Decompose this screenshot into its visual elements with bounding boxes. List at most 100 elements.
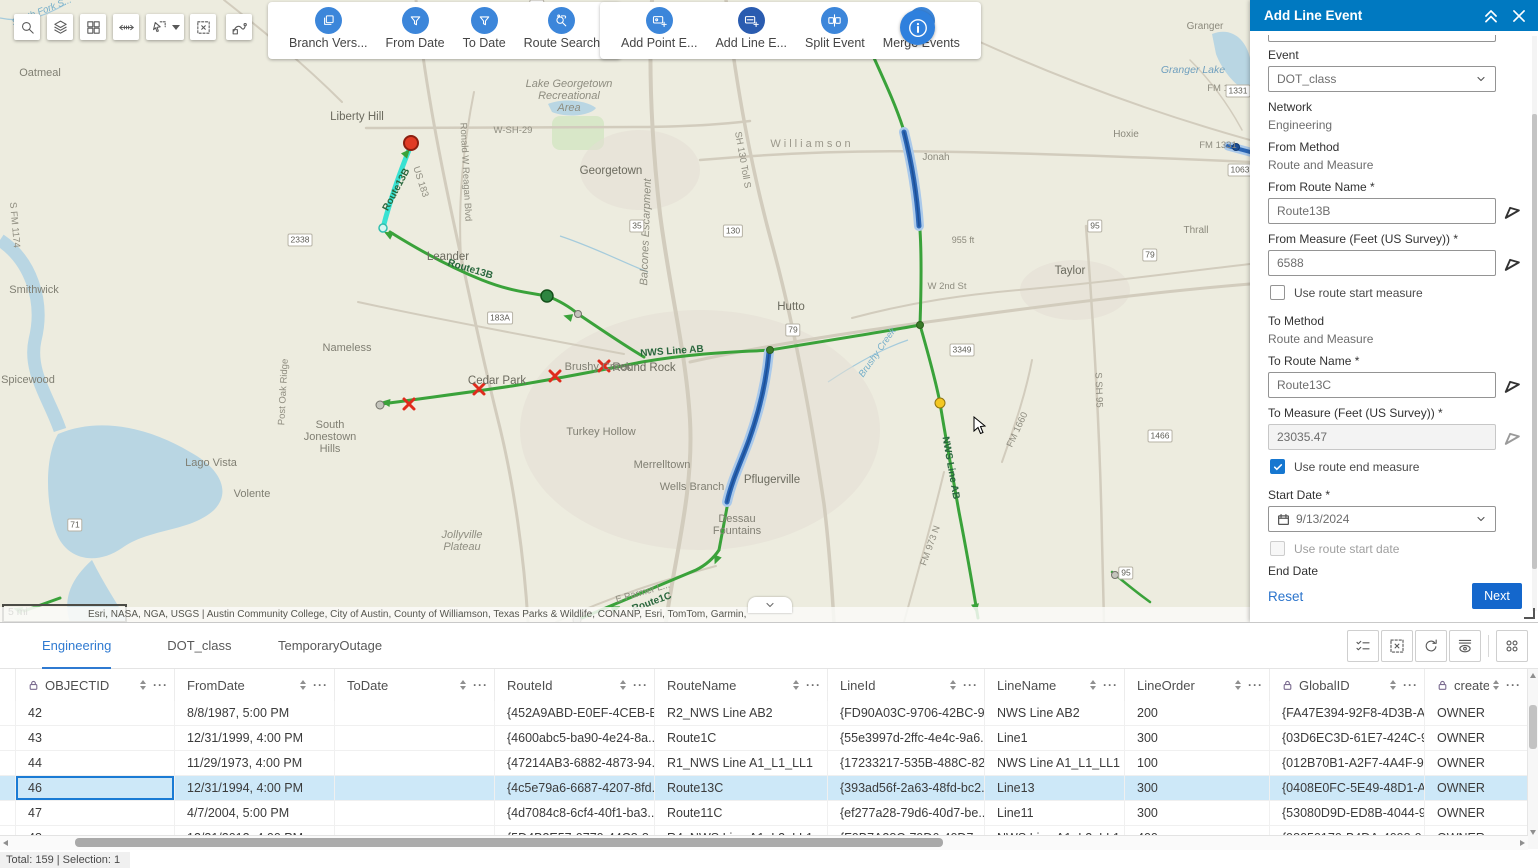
sort-icon[interactable] xyxy=(950,680,956,690)
tab-dot_class[interactable]: DOT_class xyxy=(167,623,231,667)
cell-create[interactable]: OWNER xyxy=(1425,776,1528,800)
sort-icon[interactable] xyxy=(1390,680,1396,690)
cell-routeid[interactable]: {5D4B3E57-0770-44C8-8... xyxy=(495,826,655,835)
cell-objectid[interactable]: 42 xyxy=(16,701,175,725)
sort-icon[interactable] xyxy=(1493,680,1499,690)
tool-measure-button[interactable] xyxy=(113,14,139,40)
add-line-e-button[interactable]: Add Line E... xyxy=(706,7,796,50)
table-row[interactable]: 4312/31/1999, 4:00 PM{4600abc5-ba90-4e24… xyxy=(0,726,1528,751)
cell-globalid[interactable]: {0408E0FC-5E49-48D1-A... xyxy=(1270,776,1425,800)
pick-from-measure-on-map-button[interactable] xyxy=(1502,253,1522,273)
cell-fromdate[interactable]: 8/8/1987, 5:00 PM xyxy=(175,701,335,725)
cell-linename[interactable]: Line11 xyxy=(985,801,1125,825)
cell-lineorder[interactable]: 300 xyxy=(1125,726,1270,750)
add-point-e-button[interactable]: Add Point E... xyxy=(612,7,706,50)
cell-create[interactable]: OWNER xyxy=(1425,801,1528,825)
column-header-fromdate[interactable]: FromDate··· xyxy=(175,669,335,701)
identify-info-button[interactable] xyxy=(900,10,935,45)
branch-vers-button[interactable]: Branch Vers... xyxy=(280,7,377,50)
show-selected-button[interactable] xyxy=(1449,630,1481,662)
row-gutter[interactable] xyxy=(0,801,16,825)
options-button[interactable] xyxy=(1496,630,1528,662)
column-header-globalid[interactable]: GlobalID··· xyxy=(1270,669,1425,701)
event-select[interactable]: DOT_class xyxy=(1268,66,1496,92)
cell-globalid[interactable]: {03D6EC3D-61E7-424C-9... xyxy=(1270,726,1425,750)
collapse-panel-button[interactable] xyxy=(1482,7,1500,25)
sort-icon[interactable] xyxy=(460,680,466,690)
cell-lineorder[interactable]: 400 xyxy=(1125,826,1270,835)
column-menu-icon[interactable]: ··· xyxy=(963,678,978,692)
cell-lineorder[interactable]: 200 xyxy=(1125,701,1270,725)
column-menu-icon[interactable]: ··· xyxy=(1103,678,1118,692)
column-header-routename[interactable]: RouteName··· xyxy=(655,669,828,701)
cell-linename[interactable]: NWS Line A1_L1_LL1 xyxy=(985,751,1125,775)
cell-todate[interactable] xyxy=(335,726,495,750)
cell-fromdate[interactable]: 12/31/2012, 4:00 PM xyxy=(175,826,335,835)
table-row[interactable]: 4411/29/1973, 4:00 PM{47214AB3-6882-4873… xyxy=(0,751,1528,776)
cell-objectid[interactable]: 46 xyxy=(16,776,175,800)
cell-lineid[interactable]: {F0B7A28C-79D6-40D7-... xyxy=(828,826,985,835)
cell-lineid[interactable]: {ef277a28-79d6-40d7-be... xyxy=(828,801,985,825)
route-search-button[interactable]: Route Search xyxy=(515,7,609,50)
table-row[interactable]: 4812/31/2012, 4:00 PM{5D4B3E57-0770-44C8… xyxy=(0,826,1528,835)
panel-resize-handle[interactable] xyxy=(1524,608,1535,619)
cell-fromdate[interactable]: 12/31/1994, 4:00 PM xyxy=(175,776,335,800)
column-menu-icon[interactable]: ··· xyxy=(473,678,488,692)
column-header-todate[interactable]: ToDate··· xyxy=(335,669,495,701)
cell-objectid[interactable]: 47 xyxy=(16,801,175,825)
sort-icon[interactable] xyxy=(620,680,626,690)
cell-create[interactable]: OWNER xyxy=(1425,726,1528,750)
tool-layers-button[interactable] xyxy=(47,14,73,40)
table-row[interactable]: 4612/31/1994, 4:00 PM {4c5e79a6-6687-4207… xyxy=(0,776,1528,801)
to-date-button[interactable]: To Date xyxy=(454,7,515,50)
cell-todate[interactable] xyxy=(335,776,495,800)
cell-globalid[interactable]: {FA47E394-92F8-4D3B-A... xyxy=(1270,701,1425,725)
column-header-objectid[interactable]: OBJECTID··· xyxy=(16,669,175,701)
cell-routeid[interactable]: {4c5e79a6-6687-4207-8fd... xyxy=(495,776,655,800)
pick-to-route-on-map-button[interactable] xyxy=(1502,375,1522,395)
cell-create[interactable]: OWNER xyxy=(1425,701,1528,725)
row-gutter[interactable] xyxy=(0,751,16,775)
cell-globalid[interactable]: {98050170-B4DA-4098-9... xyxy=(1270,826,1425,835)
tool-trace-button[interactable] xyxy=(226,14,252,40)
column-menu-icon[interactable]: ··· xyxy=(153,678,168,692)
panel-scrollbar[interactable] xyxy=(1532,36,1537,611)
cell-todate[interactable] xyxy=(335,801,495,825)
cell-globalid[interactable]: {012B70B1-A2F7-4A4F-96... xyxy=(1270,751,1425,775)
cell-linename[interactable]: Line13 xyxy=(985,776,1125,800)
tool-clear-selection-button[interactable] xyxy=(190,14,216,40)
clear-selection-button[interactable] xyxy=(1381,630,1413,662)
row-gutter[interactable] xyxy=(0,776,16,800)
column-menu-icon[interactable]: ··· xyxy=(1506,678,1521,692)
cell-routeid[interactable]: {4600abc5-ba90-4e24-8a... xyxy=(495,726,655,750)
column-menu-icon[interactable]: ··· xyxy=(806,678,821,692)
cell-objectid[interactable]: 43 xyxy=(16,726,175,750)
column-header-lineid[interactable]: LineId··· xyxy=(828,669,985,701)
column-menu-icon[interactable]: ··· xyxy=(313,678,328,692)
cell-lineid[interactable]: {17233217-535B-488C-82... xyxy=(828,751,985,775)
map-view[interactable]: OatmealSmithwickSpicewoodNamelessSouth J… xyxy=(0,0,1250,622)
cell-lineorder[interactable]: 100 xyxy=(1125,751,1270,775)
table-row[interactable]: 428/8/1987, 5:00 PM{452A9ABD-E0EF-4CEB-B… xyxy=(0,701,1528,726)
cell-routeid[interactable]: {47214AB3-6882-4873-94... xyxy=(495,751,655,775)
cell-lineorder[interactable]: 300 xyxy=(1125,776,1270,800)
cell-lineid[interactable]: {FD90A03C-9706-42BC-9... xyxy=(828,701,985,725)
sort-icon[interactable] xyxy=(140,680,146,690)
cell-routename[interactable]: R1_NWS Line A1_L1_LL1 xyxy=(655,751,828,775)
tool-select-button[interactable] xyxy=(146,14,184,40)
table-row[interactable]: 474/7/2004, 5:00 PM{4d7084c8-6cf4-40f1-b… xyxy=(0,801,1528,826)
reset-button[interactable]: Reset xyxy=(1268,589,1472,604)
next-button[interactable]: Next xyxy=(1472,583,1522,609)
cell-lineid[interactable]: {393ad56f-2a63-48fd-bc2... xyxy=(828,776,985,800)
cell-routename[interactable]: R4_NWS Line A1_L2_LL1 xyxy=(655,826,828,835)
cell-routename[interactable]: Route11C xyxy=(655,801,828,825)
from-route-name-input[interactable]: Route13B xyxy=(1268,198,1496,224)
attribution-collapse-button[interactable] xyxy=(748,597,792,613)
use-route-start-measure-checkbox[interactable]: Use route start measure xyxy=(1268,285,1522,300)
column-menu-icon[interactable]: ··· xyxy=(633,678,648,692)
refresh-button[interactable] xyxy=(1415,630,1447,662)
column-header-linename[interactable]: LineName··· xyxy=(985,669,1125,701)
cell-todate[interactable] xyxy=(335,701,495,725)
start-date-input[interactable]: 9/13/2024 xyxy=(1268,506,1496,532)
cell-linename[interactable]: NWS Line AB2 xyxy=(985,701,1125,725)
